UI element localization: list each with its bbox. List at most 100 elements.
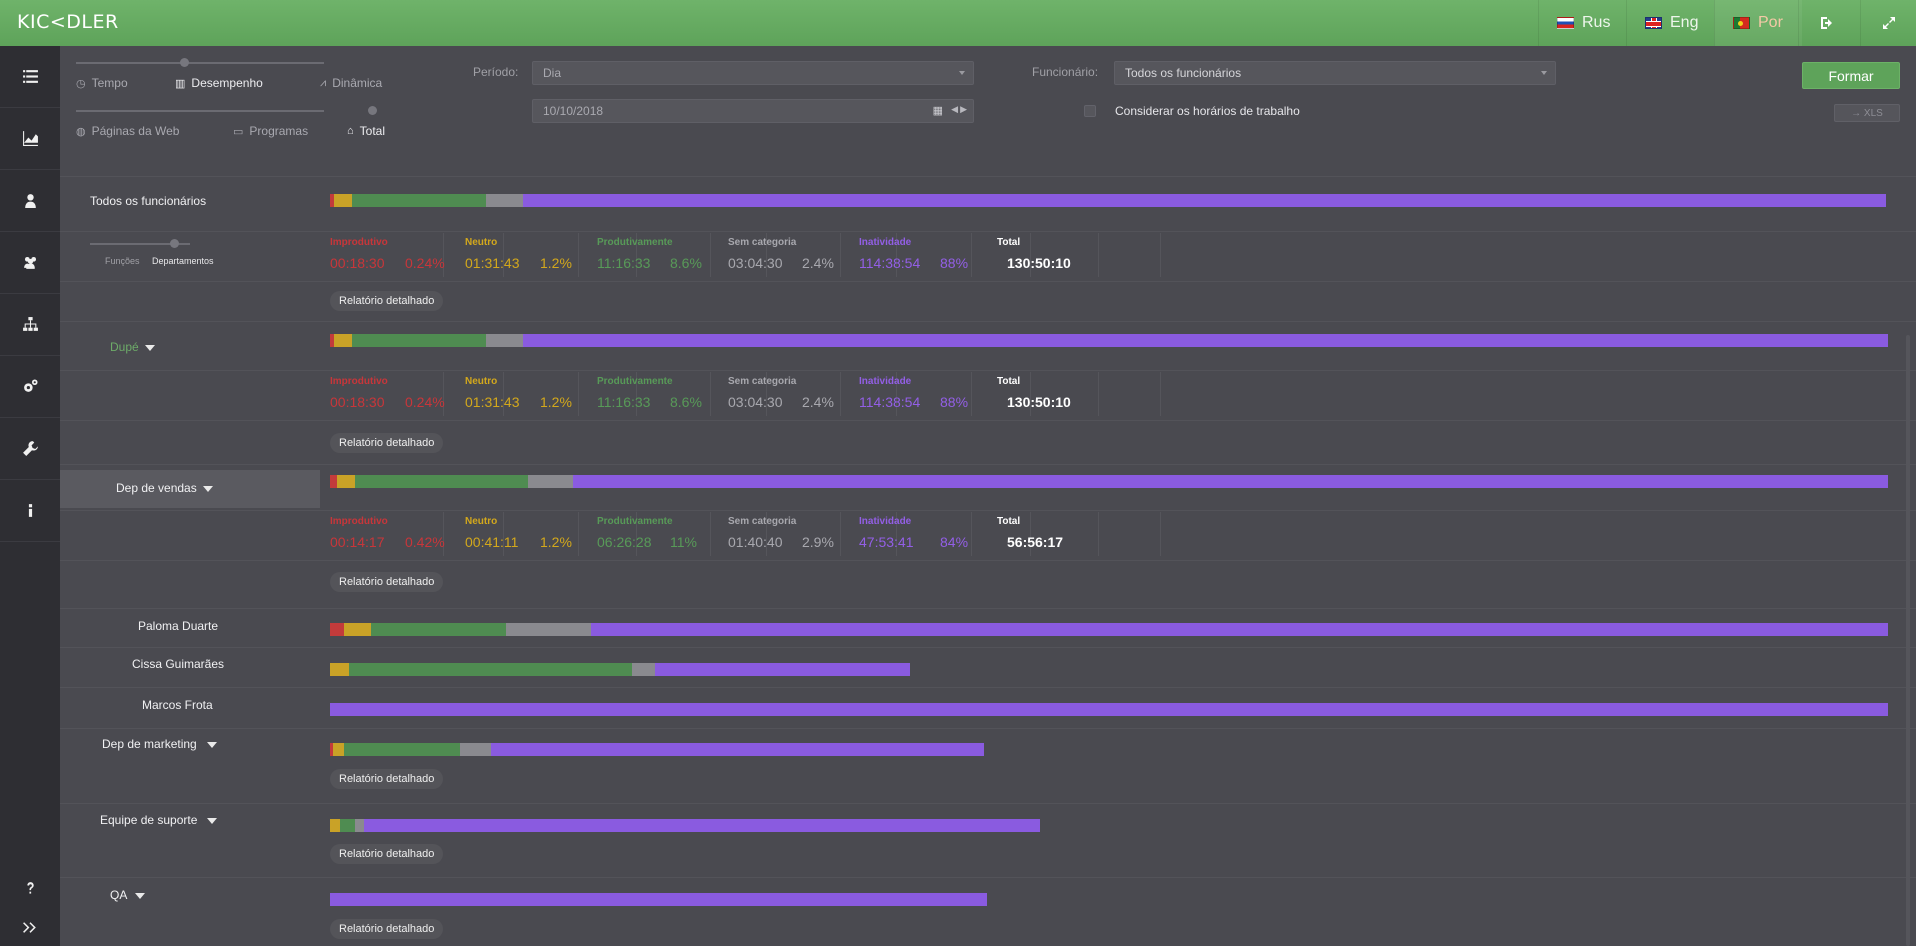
tab-dinamica[interactable]: ⩘ Dinâmica xyxy=(320,76,382,90)
activity-bar[interactable] xyxy=(330,194,1886,207)
expand-icon xyxy=(22,921,36,933)
stat-percent: 88% xyxy=(940,255,969,271)
export-xls-button[interactable]: → XLS xyxy=(1834,104,1900,122)
stat-time: 11:16:33 xyxy=(597,394,651,410)
detailed-report-button[interactable]: Relatório detalhado xyxy=(330,572,444,592)
funcionario-value: Todos os funcionários xyxy=(1125,66,1242,80)
stat-time: 06:26:28 xyxy=(597,534,652,550)
calendar-icon[interactable]: ▦ xyxy=(933,104,943,117)
group-equipe-suporte[interactable]: Equipe de suporte xyxy=(100,813,218,827)
russia-flag-icon xyxy=(1557,17,1574,29)
app-logo[interactable]: KIC<DLER xyxy=(17,11,119,33)
bar-chart-icon: ▥ xyxy=(175,77,186,90)
activity-bar[interactable] xyxy=(330,743,984,756)
tab-label: Total xyxy=(359,124,386,138)
stat-percent: 11% xyxy=(670,534,697,550)
periodo-value: Dia xyxy=(543,66,562,80)
stat-divider xyxy=(710,233,711,277)
detailed-report-button[interactable]: Relatório detalhado xyxy=(330,769,444,789)
stat-percent: 0.24% xyxy=(405,255,445,271)
stat-label: Produtivamente xyxy=(597,516,673,527)
tab-paginas-web[interactable]: ◍ Páginas da Web xyxy=(76,124,179,138)
detailed-report-button[interactable]: Relatório detalhado xyxy=(330,919,444,939)
activity-bar[interactable] xyxy=(330,893,987,906)
sidebar-item-help[interactable] xyxy=(0,868,60,908)
sidebar-item-info[interactable] xyxy=(0,480,60,542)
scope-slider-track[interactable] xyxy=(76,110,324,112)
language-rus[interactable]: Rus xyxy=(1538,0,1616,46)
activity-bar[interactable] xyxy=(330,475,1888,488)
group-qa[interactable]: QA xyxy=(110,888,146,902)
date-value: 10/10/2018 xyxy=(543,104,604,118)
group-name: Equipe de suporte xyxy=(100,813,198,827)
stat-time: 114:38:54 xyxy=(859,255,921,271)
periodo-label: Período: xyxy=(473,65,519,79)
scope-slider-handle[interactable] xyxy=(368,106,377,115)
productive-segment xyxy=(355,475,528,488)
sidebar-item-users[interactable] xyxy=(0,232,60,294)
language-por[interactable]: Por xyxy=(1714,0,1802,46)
stat-divider xyxy=(840,512,841,556)
tab-tempo[interactable]: ◷ Tempo xyxy=(76,76,128,90)
sidebar-item-structure[interactable] xyxy=(0,294,60,356)
tab-total[interactable]: ⌂ Total xyxy=(347,124,385,138)
stat-label: Inatividade xyxy=(859,376,912,387)
sidebar-item-tools[interactable] xyxy=(0,418,60,480)
help-icon xyxy=(26,881,34,894)
neutral-segment xyxy=(333,194,353,207)
activity-bar[interactable] xyxy=(330,703,1888,716)
employee-name[interactable]: Paloma Duarte xyxy=(138,619,218,633)
tab-programas[interactable]: ▭ Programas xyxy=(233,124,308,138)
employee-name[interactable]: Cissa Guimarães xyxy=(132,657,224,671)
grouping-option-departamentos[interactable]: Departamentos xyxy=(152,256,214,266)
stat-time: 00:18:30 xyxy=(330,255,385,271)
divider xyxy=(60,687,1916,688)
fullscreen-button[interactable] xyxy=(1860,0,1916,46)
inactivity-segment xyxy=(522,334,1888,347)
group-dep-marketing[interactable]: Dep de marketing xyxy=(102,737,217,751)
activity-bar[interactable] xyxy=(330,623,1888,636)
scrollbar[interactable] xyxy=(1906,335,1910,946)
date-nav-arrows-icon[interactable]: ◀▶ xyxy=(951,104,969,115)
detailed-report-button[interactable]: Relatório detalhado xyxy=(330,844,444,864)
stat-time: 01:31:43 xyxy=(465,394,520,410)
stat-percent: 8.6% xyxy=(670,394,702,410)
activity-bar[interactable] xyxy=(330,819,1040,832)
divider xyxy=(60,464,1916,465)
tab-label: Páginas da Web xyxy=(91,124,180,138)
group-dep-vendas[interactable]: Dep de vendas xyxy=(116,481,213,495)
employee-name[interactable]: Marcos Frota xyxy=(142,698,213,712)
stat-label: Sem categoria xyxy=(728,237,797,248)
work-hours-checkbox[interactable] xyxy=(1084,105,1096,117)
activity-bar[interactable] xyxy=(330,334,1888,347)
view-slider-track[interactable] xyxy=(76,62,324,64)
detailed-report-button[interactable]: Relatório detalhado xyxy=(330,433,444,453)
sidebar-item-charts[interactable] xyxy=(0,108,60,170)
stat-time: 03:04:30 xyxy=(728,394,783,410)
detailed-report-button[interactable]: Relatório detalhado xyxy=(330,291,444,311)
sidebar-item-settings[interactable] xyxy=(0,356,60,418)
sidebar-expand[interactable] xyxy=(0,908,60,946)
grouping-option-funcoes[interactable]: Funções xyxy=(105,256,140,266)
stat-divider xyxy=(710,512,711,556)
stat-divider xyxy=(971,372,972,416)
list-icon xyxy=(22,70,38,83)
uncategorized-segment xyxy=(485,194,523,207)
stat-label: Neutro xyxy=(465,376,498,387)
fullscreen-icon xyxy=(1882,17,1895,29)
date-input[interactable]: 10/10/2018 ▦ ◀▶ xyxy=(532,99,974,123)
funcionario-select[interactable]: Todos os funcionários xyxy=(1114,61,1556,85)
sidebar-item-reports[interactable] xyxy=(0,46,60,108)
sidebar-item-user[interactable] xyxy=(0,170,60,232)
periodo-select[interactable]: Dia xyxy=(532,61,974,85)
view-slider-handle[interactable] xyxy=(180,58,189,67)
grouping-slider-handle[interactable] xyxy=(170,239,179,248)
tab-desempenho[interactable]: ▥ Desempenho xyxy=(175,76,263,90)
logout-button[interactable] xyxy=(1798,0,1854,46)
language-eng[interactable]: Eng xyxy=(1626,0,1714,46)
group-dupe[interactable]: Dupé xyxy=(110,340,155,354)
stat-time: 130:50:10 xyxy=(1007,394,1071,410)
activity-bar[interactable] xyxy=(330,663,910,676)
divider xyxy=(60,281,1916,282)
formar-button[interactable]: Formar xyxy=(1802,62,1900,89)
